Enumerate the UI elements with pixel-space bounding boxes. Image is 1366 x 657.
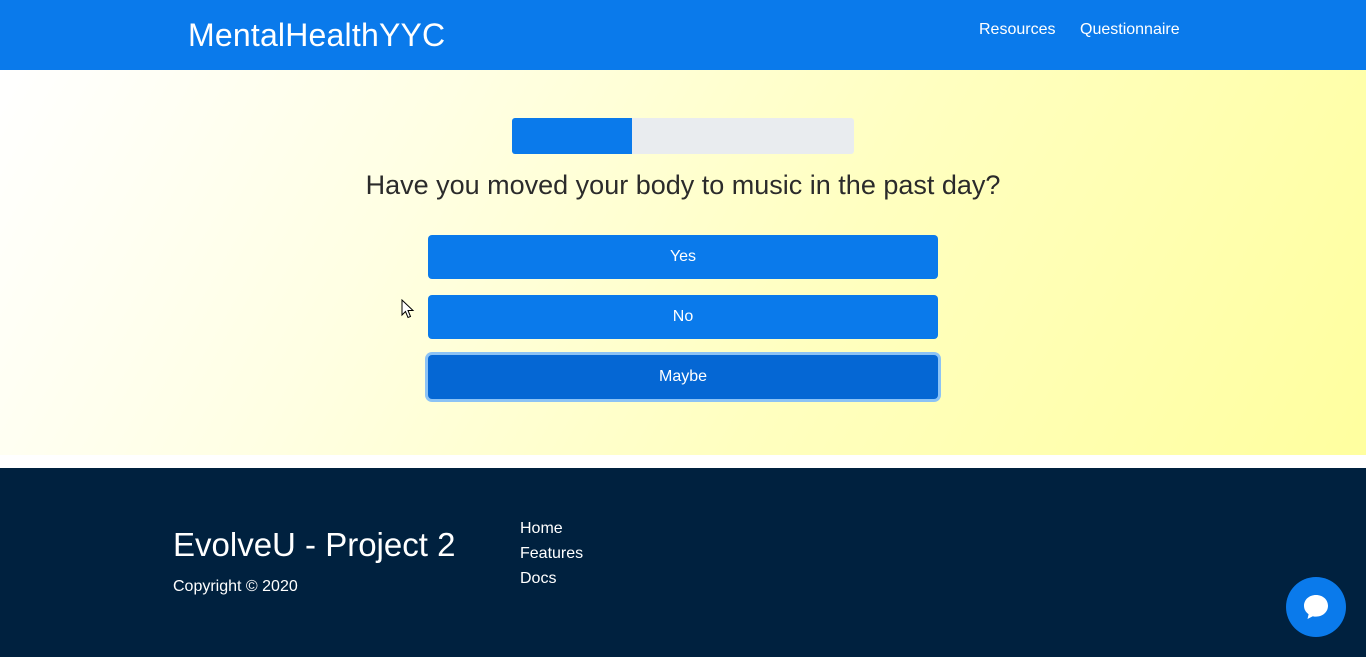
footer-copyright: Copyright © 2020 <box>173 578 298 595</box>
brand-logo-link[interactable]: MentalHealthYYC <box>188 17 445 54</box>
answer-maybe-button[interactable]: Maybe <box>428 355 938 399</box>
mouse-pointer-icon <box>401 299 415 319</box>
footer-link-item: Features <box>520 545 583 570</box>
answer-no-button[interactable]: No <box>428 295 938 339</box>
footer-links: Home Features Docs <box>520 520 583 595</box>
footer-title: EvolveU - Project 2 <box>173 526 456 563</box>
footer-link-features[interactable]: Features <box>520 545 583 562</box>
footer-link-item: Docs <box>520 570 583 595</box>
nav-link-resources[interactable]: Resources <box>979 21 1055 39</box>
nav-link-questionnaire[interactable]: Questionnaire <box>1080 21 1180 39</box>
section-divider <box>0 455 1366 468</box>
question-text: Have you moved your body to music in the… <box>365 170 1001 200</box>
footer-link-docs[interactable]: Docs <box>520 570 556 587</box>
footer-link-home[interactable]: Home <box>520 520 563 537</box>
chat-bubble-icon <box>1304 595 1328 619</box>
chat-widget-button[interactable] <box>1286 577 1346 637</box>
site-footer: EvolveU - Project 2 Copyright © 2020 Hom… <box>0 468 1366 657</box>
top-navbar: MentalHealthYYC Resources Questionnaire <box>0 0 1366 70</box>
answer-yes-button[interactable]: Yes <box>428 235 938 279</box>
questionnaire-section: Have you moved your body to music in the… <box>0 70 1366 455</box>
progress-bar <box>512 118 854 154</box>
progress-bar-fill <box>512 118 632 154</box>
footer-link-item: Home <box>520 520 583 545</box>
